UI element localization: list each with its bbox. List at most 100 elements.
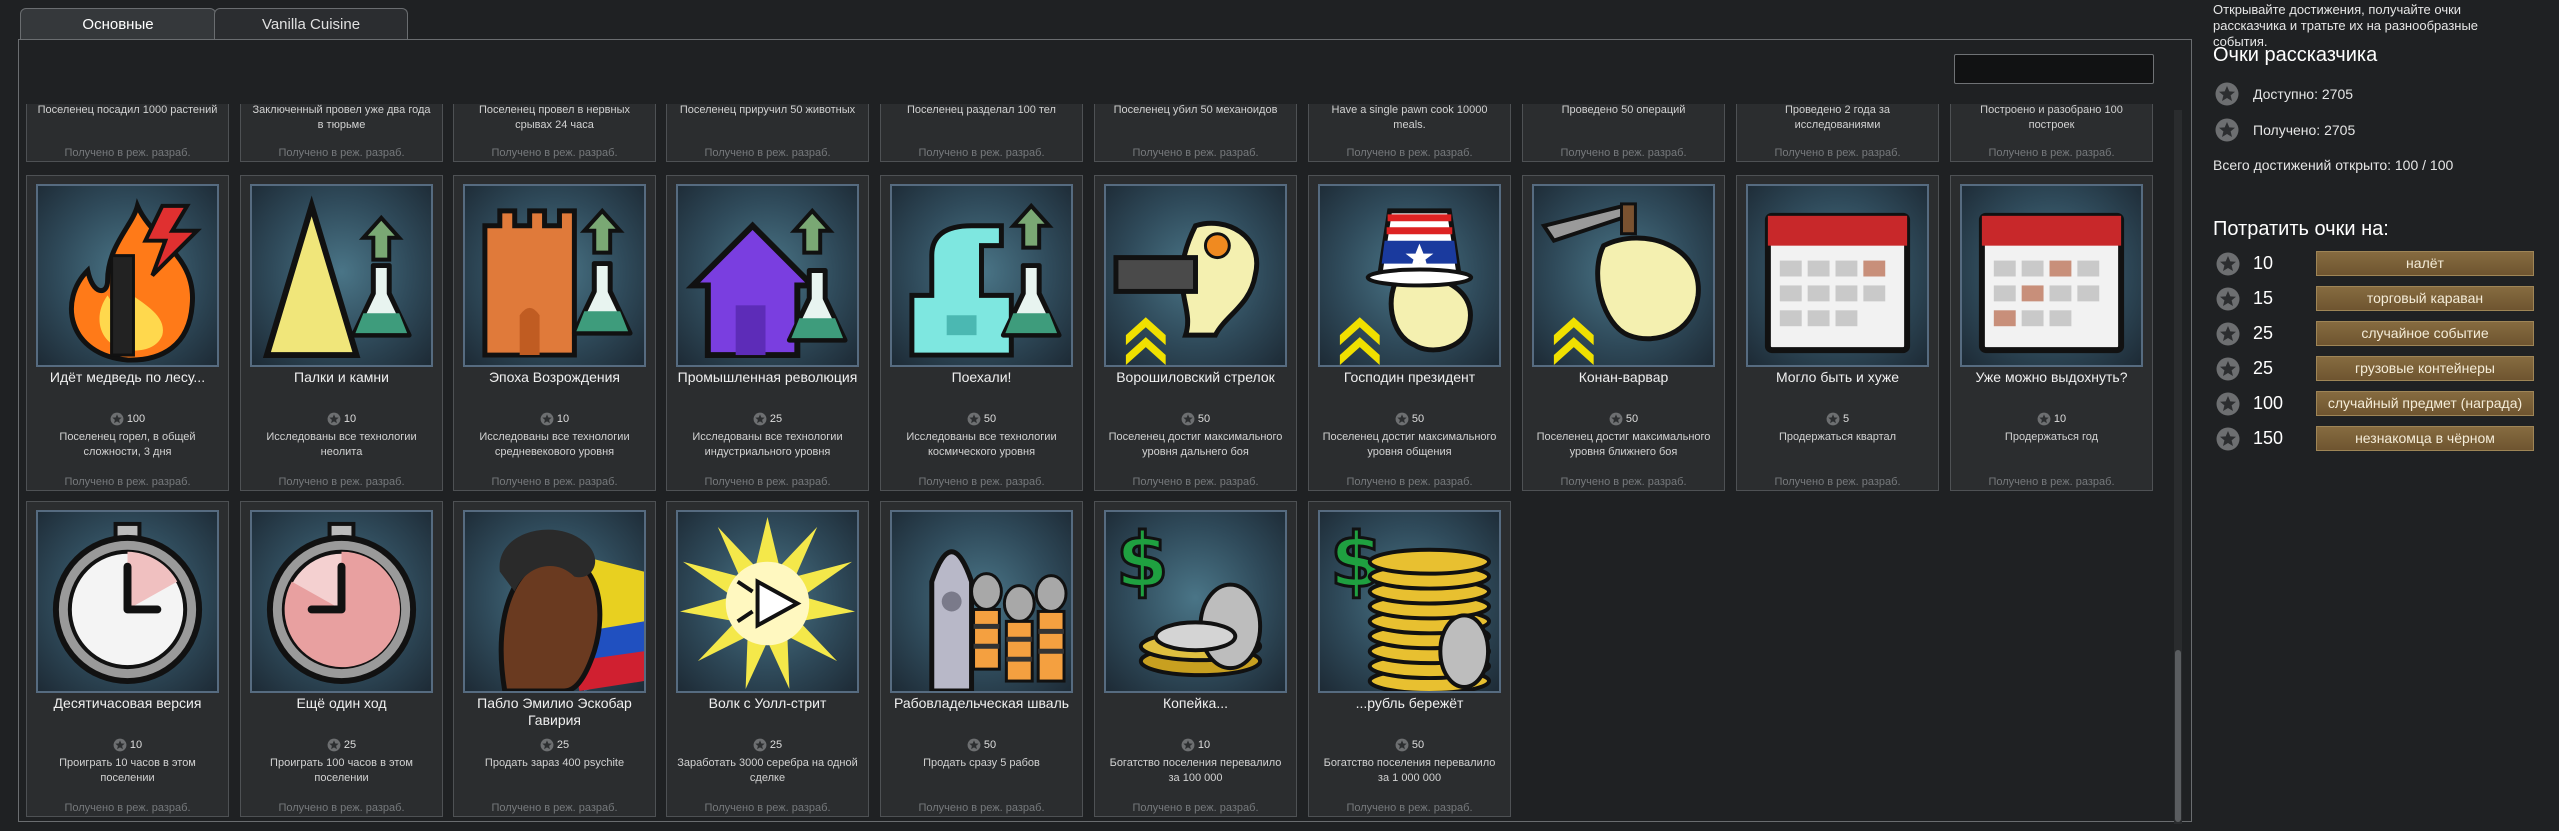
achievement-description: Исследованы все технологии неолита: [266, 431, 417, 458]
achievement-card: Проведено 50 операций Получено в реж. раз…: [1522, 104, 1725, 162]
spend-button[interactable]: налёт: [2316, 251, 2534, 276]
star-icon: [540, 412, 554, 426]
achievement-description: Построено и разобрано 100 построек: [1980, 104, 2123, 131]
grid-scrollbar[interactable]: [2174, 110, 2182, 824]
achievement-description: Проиграть 100 часов в этом поселении: [270, 757, 413, 784]
tab-main[interactable]: Основные: [20, 8, 216, 41]
achievement-card: Эпоха Возрождения 10 Исследованы все техно…: [453, 175, 656, 491]
achievement-card: Ворошиловский стрелок 50 Поселенец достиг …: [1094, 175, 1297, 491]
achievement-description: Продать зараз 400 psychite: [484, 757, 625, 769]
achievement-points-value: 10: [343, 412, 357, 425]
star-icon: [2216, 357, 2240, 381]
achievement-description: Have a single pawn cook 10000 meals.: [1331, 104, 1488, 131]
achievement-description: Поселенец посадил 1000 растений: [37, 104, 218, 116]
achievement-title: Ворошиловский стрелок: [1116, 369, 1275, 385]
achievement-description: Поселенец достиг максимального уровня об…: [1322, 431, 1497, 458]
achievement-title: ...рубль бережёт: [1355, 695, 1464, 711]
achievement-points-value: 50: [1197, 412, 1211, 425]
achievement-card: Построено и разобрано 100 построек Получе…: [1950, 104, 2153, 162]
achievement-points: 10: [27, 738, 228, 752]
achievement-points-value: 25: [343, 738, 357, 751]
achievement-description: Исследованы все технологии космического …: [906, 431, 1057, 458]
achievement-description: Поселенец разделал 100 тел: [907, 104, 1056, 116]
spend-button[interactable]: случайный предмет (награда): [2316, 391, 2534, 416]
achievement-title: Палки и камни: [294, 369, 389, 385]
achievement-status: Получено в реж. разраб.: [704, 476, 831, 488]
achievement-points: 10: [1951, 412, 2152, 426]
achievement-description: Поселенец горел, в общей сложности, 3 дн…: [59, 431, 196, 458]
stopwatch-red-icon: [250, 510, 433, 693]
spend-button[interactable]: торговый караван: [2316, 286, 2534, 311]
spend-option: 15 торговый караван: [2213, 286, 2553, 312]
castle-tech-icon: [463, 184, 646, 367]
achievement-points-value: 50: [1411, 738, 1425, 751]
achievement-card: Поселенец приручил 50 животных Получено в…: [666, 104, 869, 162]
achievement-description: Исследованы все технологии средневековог…: [479, 431, 630, 458]
scrollbar-thumb[interactable]: [2175, 650, 2181, 822]
achievement-description: Проведено 50 операций: [1561, 104, 1686, 116]
achievement-status: Получено в реж. разраб.: [704, 802, 831, 814]
received-points-text: Получено: 2705: [2253, 122, 2356, 138]
achievement-title: Поехали!: [951, 369, 1012, 385]
achievement-title: Уже можно выдохнуть?: [1975, 369, 2128, 385]
achievement-status: Получено в реж. разраб.: [491, 147, 618, 159]
spend-option: 25 случайное событие: [2213, 321, 2553, 347]
achievement-description: Поселенец достиг максимального уровня да…: [1108, 431, 1283, 458]
achievement-status: Получено в реж. разраб.: [1132, 476, 1259, 488]
achievement-points: 10: [241, 412, 442, 426]
achievement-title: Пабло Эмилио Эскобар Гавирия: [477, 695, 632, 728]
achievement-points-value: 10: [129, 738, 143, 751]
achievement-status: Получено в реж. разраб.: [64, 802, 191, 814]
achievement-status: Получено в реж. разраб.: [1988, 476, 2115, 488]
achievement-card: $ ...рубль бережёт 50 Богатство поселения п…: [1308, 501, 1511, 817]
achievement-description: Богатство поселения перевалило за 100 00…: [1109, 757, 1282, 784]
achievement-points: 25: [667, 738, 868, 752]
spend-option: 25 грузовые контейнеры: [2213, 356, 2553, 382]
achievement-title: Десятичасовая версия: [53, 695, 202, 711]
star-icon: [540, 738, 554, 752]
achievement-points-value: 50: [1411, 412, 1425, 425]
slaves-icon: [890, 510, 1073, 693]
achievement-status: Получено в реж. разраб.: [1560, 147, 1687, 159]
achievement-points-value: 50: [983, 412, 997, 425]
achievements-total: Всего достижений открыто: 100 / 100: [2213, 157, 2454, 173]
barbarian-icon: [1532, 184, 1715, 367]
achievement-status: Получено в реж. разраб.: [1774, 476, 1901, 488]
achievement-description: Богатство поселения перевалило за 1 000 …: [1323, 757, 1496, 784]
spend-button[interactable]: случайное событие: [2316, 321, 2534, 346]
achievement-points-value: 10: [556, 412, 570, 425]
spend-button[interactable]: грузовые контейнеры: [2316, 356, 2534, 381]
spend-cost: 10: [2253, 253, 2274, 273]
star-icon: [1181, 738, 1195, 752]
achievement-description: Поселенец провел в нервных срывах 24 час…: [478, 104, 631, 131]
stopwatch-icon: [36, 510, 219, 693]
achievement-description: Продержаться год: [2004, 431, 2099, 443]
achievement-card: Ещё один ход 25 Проиграть 100 часов в этом…: [240, 501, 443, 817]
achievement-points: 50: [1309, 412, 1510, 426]
search-input[interactable]: [1954, 54, 2154, 84]
achievement-title: Промышленная революция: [677, 369, 858, 385]
achievement-status: Получено в реж. разраб.: [918, 147, 1045, 159]
spend-title: Потратить очки на:: [2213, 218, 2389, 240]
star-icon: [1395, 738, 1409, 752]
achievement-card: Поселенец разделал 100 тел Получено в реж…: [880, 104, 1083, 162]
spend-button[interactable]: незнакомца в чёрном: [2316, 426, 2534, 451]
industrial-house-icon: [676, 184, 859, 367]
achievement-title: Идёт медведь по лесу...: [49, 369, 206, 385]
achievement-status: Получено в реж. разраб.: [1132, 802, 1259, 814]
achievement-points-value: 50: [983, 738, 997, 751]
star-icon: [1609, 412, 1623, 426]
coins-big-icon: $: [1318, 510, 1501, 693]
achievement-points-value: 10: [2053, 412, 2067, 425]
achievement-card: Поехали! 50 Исследованы все технологии кос…: [880, 175, 1083, 491]
sidebar-hint: Открывайте достижения, получайте очки ра…: [2213, 2, 2479, 49]
achievement-card: Пабло Эмилио Эскобар Гавирия 25 Продать за…: [453, 501, 656, 817]
achievement-status: Получено в реж. разраб.: [1346, 476, 1473, 488]
tab-vanilla-cuisine[interactable]: Vanilla Cuisine: [214, 8, 408, 41]
achievement-description: Поселенец достиг максимального уровня бл…: [1536, 431, 1711, 458]
achievement-status: Получено в реж. разраб.: [918, 476, 1045, 488]
star-icon: [2215, 82, 2239, 106]
star-icon: [110, 412, 124, 426]
star-icon: [2216, 427, 2240, 451]
achievement-points-value: 25: [556, 738, 570, 751]
